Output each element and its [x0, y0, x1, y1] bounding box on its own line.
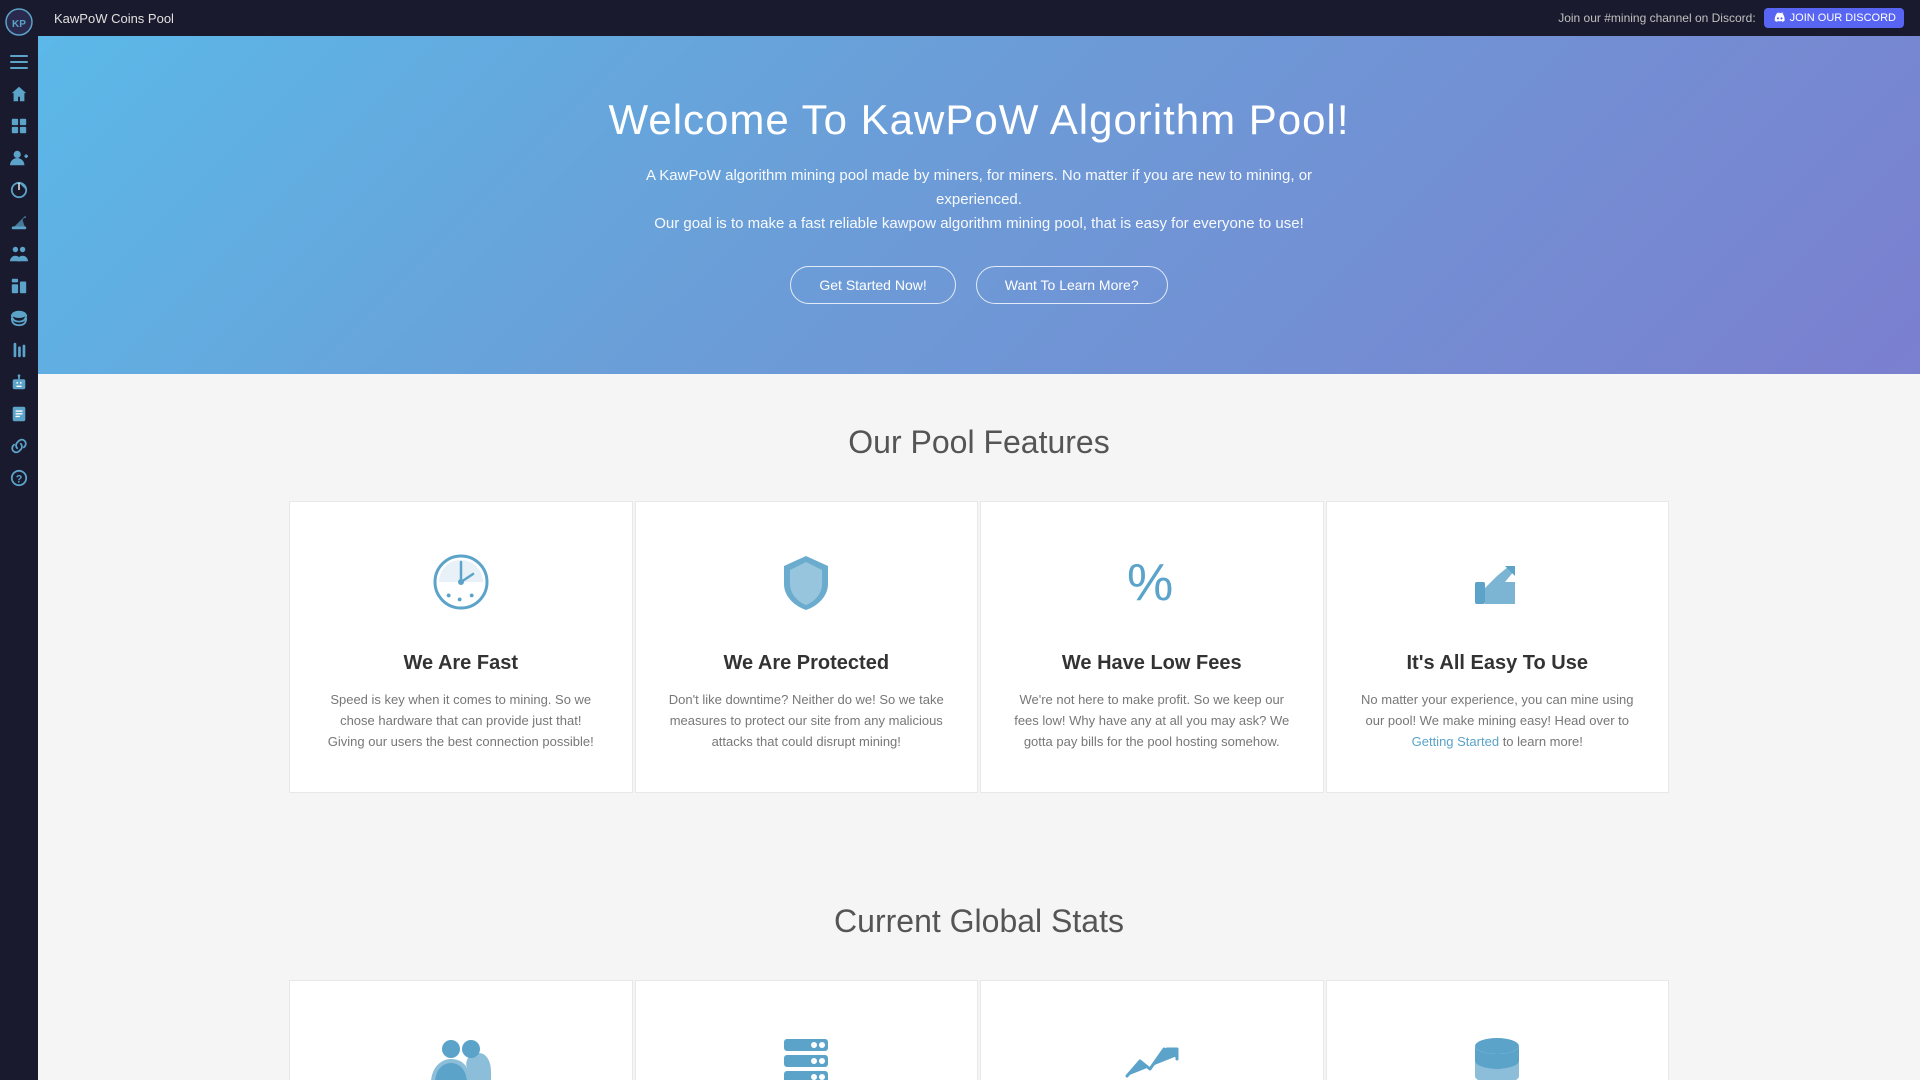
stats-grid: Miners Server [289, 980, 1669, 1080]
learn-more-button[interactable]: Want To Learn More? [976, 266, 1168, 304]
stat-card-blocks: Blocks Found [1326, 980, 1670, 1080]
app-logo: KP [5, 8, 33, 36]
svg-text:●: ● [457, 594, 462, 604]
sidebar-item-records[interactable] [3, 400, 35, 428]
get-started-button[interactable]: Get Started Now! [790, 266, 955, 304]
sidebar-item-home[interactable] [3, 80, 35, 108]
blocks-stat-icon [1357, 1031, 1639, 1080]
sidebar-item-stats[interactable] [3, 176, 35, 204]
stats-title: Current Global Stats [58, 903, 1900, 940]
app-title: KawPoW Coins Pool [54, 11, 174, 26]
stat-card-servers: Servers [635, 980, 979, 1080]
discord-area: Join our #mining channel on Discord: JOI… [1558, 8, 1904, 28]
hero-buttons: Get Started Now! Want To Learn More? [58, 266, 1900, 304]
sidebar-item-bot[interactable] [3, 368, 35, 396]
servers-icon [666, 1031, 948, 1080]
svg-text:KP: KP [12, 19, 26, 30]
sidebar-item-add-user[interactable] [3, 144, 35, 172]
fees-desc: We're not here to make profit. So we kee… [1011, 690, 1293, 752]
fast-title: We Are Fast [320, 652, 602, 675]
sidebar-item-workers[interactable] [3, 240, 35, 268]
feature-card-fast: ● ● ● We Are Fast Speed is key when it c… [289, 501, 633, 793]
hashrate-icon [1011, 1031, 1293, 1080]
sidebar-item-mining[interactable] [3, 208, 35, 236]
features-title: Our Pool Features [58, 424, 1900, 461]
stat-card-miners: Miners [289, 980, 633, 1080]
protected-icon [666, 552, 948, 632]
sidebar-item-dashboard[interactable] [3, 112, 35, 140]
features-section: Our Pool Features ● ● ● We Are [38, 374, 1920, 853]
feature-card-easy: It's All Easy To Use No matter your expe… [1326, 501, 1670, 793]
discord-button[interactable]: JOIN OUR DISCORD [1764, 8, 1904, 28]
feature-card-protected: We Are Protected Don't like downtime? Ne… [635, 501, 979, 793]
sidebar-item-menu[interactable] [3, 48, 35, 76]
sidebar-item-tools[interactable] [3, 336, 35, 364]
fast-desc: Speed is key when it comes to mining. So… [320, 690, 602, 752]
svg-text:%: % [1127, 554, 1173, 612]
easy-title: It's All Easy To Use [1357, 652, 1639, 675]
features-grid: ● ● ● We Are Fast Speed is key when it c… [289, 501, 1669, 793]
stat-card-hashrate: Hashrate [980, 980, 1324, 1080]
miners-icon [320, 1031, 602, 1080]
svg-text:●: ● [469, 590, 474, 600]
discord-text: Join our #mining channel on Discord: [1558, 11, 1755, 25]
fast-icon: ● ● ● [320, 552, 602, 632]
sidebar-item-coins[interactable] [3, 304, 35, 332]
sidebar-item-blocks[interactable] [3, 272, 35, 300]
hero-heading: Welcome To KawPoW Algorithm Pool! [58, 96, 1900, 144]
feature-card-fees: % We Have Low Fees We're not here to mak… [980, 501, 1324, 793]
sidebar-item-help[interactable]: ? [3, 464, 35, 492]
protected-desc: Don't like downtime? Neither do we! So w… [666, 690, 948, 752]
fees-title: We Have Low Fees [1011, 652, 1293, 675]
sidebar: KP [0, 0, 38, 1080]
topbar: KawPoW Coins Pool Join our #mining chann… [38, 0, 1920, 36]
discord-icon [1772, 11, 1786, 25]
stats-section: Current Global Stats Miners [38, 853, 1920, 1080]
sidebar-item-links[interactable] [3, 432, 35, 460]
getting-started-link[interactable]: Getting Started [1412, 734, 1499, 749]
hero-subtext: A KawPoW algorithm mining pool made by m… [629, 164, 1329, 236]
fees-icon: % [1011, 552, 1293, 632]
discord-btn-label: JOIN OUR DISCORD [1790, 12, 1896, 24]
protected-title: We Are Protected [666, 652, 948, 675]
main-content: KawPoW Coins Pool Join our #mining chann… [38, 0, 1920, 1080]
svg-text:?: ? [16, 474, 23, 486]
easy-icon [1357, 552, 1639, 632]
easy-desc: No matter your experience, you can mine … [1357, 690, 1639, 752]
svg-text:●: ● [446, 590, 451, 600]
hero-section: Welcome To KawPoW Algorithm Pool! A KawP… [38, 36, 1920, 374]
